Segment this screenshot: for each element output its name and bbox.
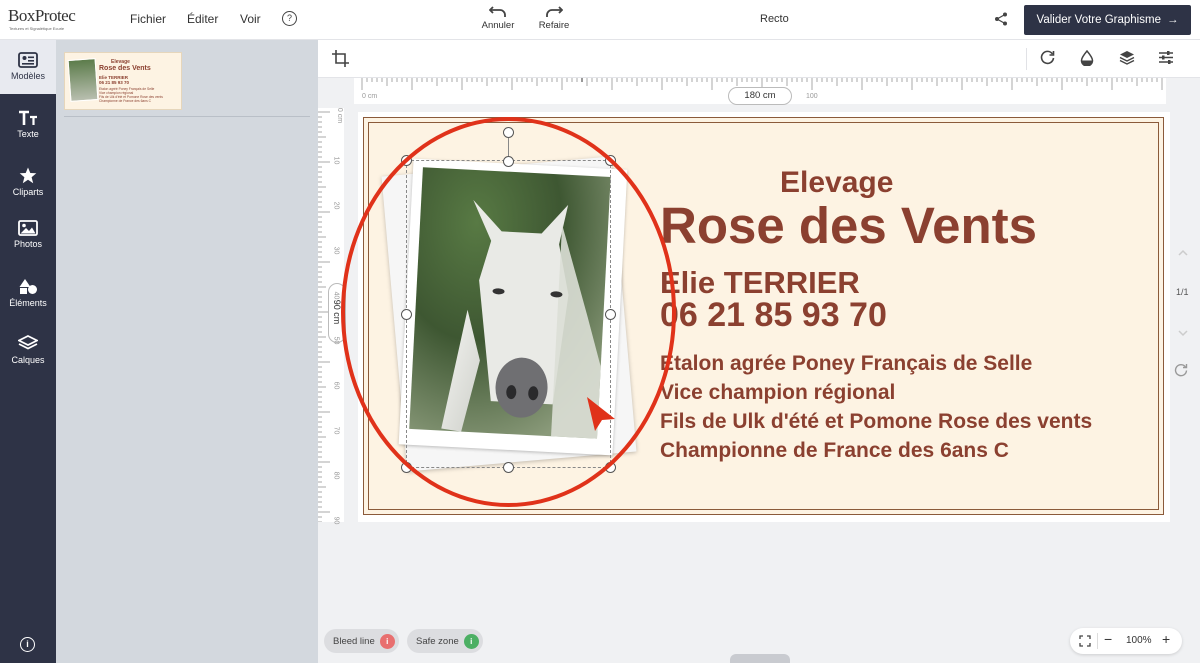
card-line[interactable]: Championne de France des 6ans C (660, 439, 1009, 463)
star-icon (19, 167, 37, 184)
safe-zone-toggle[interactable]: Safe zone i (407, 629, 483, 653)
side-label[interactable]: Recto (760, 13, 789, 25)
sidebar-item-label: Calques (11, 355, 45, 365)
divider (64, 116, 310, 117)
crop-icon[interactable] (332, 50, 349, 67)
adjustments-icon[interactable] (1158, 50, 1174, 65)
ruler-label: 70 (332, 426, 340, 435)
sidebar-item-cliparts[interactable]: Cliparts (0, 155, 56, 209)
card-title-large[interactable]: Rose des Vents (660, 196, 1037, 255)
thumb-block: Elie TERRIER 06 21 85 93 70 (99, 75, 129, 85)
layers-icon (18, 335, 38, 350)
sidebar-item-label: Cliparts (12, 187, 44, 197)
menu-fichier[interactable]: Fichier (130, 12, 166, 26)
ruler-label: 60 (332, 381, 340, 390)
safe-info-icon: i (463, 633, 479, 649)
sidebar-item-elements[interactable]: Éléments (0, 266, 56, 320)
color-drop-icon[interactable] (1080, 50, 1094, 66)
menu-editer[interactable]: Éditer (187, 12, 218, 26)
zoom-control: − 100% + (1070, 628, 1182, 654)
thumbnail-photo (67, 58, 99, 102)
page-indicator: 1/1 (1176, 287, 1189, 297)
ruler-label: 30 (332, 246, 340, 255)
highlight-ellipse (341, 117, 676, 507)
card-line[interactable]: Fils de Ulk d'été et Pomone Rose des ven… (660, 410, 1092, 434)
sidebar-item-label: Modèles (10, 71, 46, 81)
card-title-small[interactable]: Elevage (780, 166, 893, 200)
safe-zone-label: Safe zone (416, 635, 459, 647)
sidebar-item-label: Éléments (9, 298, 47, 308)
left-sidebar: Modèles Texte Cliparts Photos Éléments C… (0, 40, 56, 663)
zoom-out-button[interactable]: − (1104, 631, 1112, 647)
logo[interactable]: BoxProtec Textures et Signalétique Ecuri… (8, 6, 98, 34)
ruler-label: 80 (332, 471, 340, 480)
help-icon[interactable]: ? (282, 11, 297, 26)
ruler-label: 90 (332, 516, 340, 525)
sidebar-item-label: Photos (13, 239, 43, 249)
undo-label: Annuler (481, 20, 515, 31)
arrow-right-icon: → (1166, 14, 1179, 26)
text-icon (19, 110, 37, 125)
templates-panel: Elevage Rose des Vents Elie TERRIER 06 2… (56, 40, 318, 663)
undo-button[interactable]: Annuler (473, 5, 523, 31)
bleed-line-toggle[interactable]: Bleed line i (324, 629, 399, 653)
width-dimension-badge[interactable]: 180 cm (728, 87, 792, 105)
divider (1026, 48, 1027, 70)
undo-icon (489, 6, 506, 17)
bottom-drawer-handle[interactable] (730, 654, 790, 663)
rotate-icon[interactable] (1040, 50, 1055, 65)
thumb-line: Championne de France des 6ans C (99, 99, 152, 103)
logo-text: BoxProtec (8, 6, 76, 25)
pointer-arrow-icon (587, 397, 615, 431)
page-down-icon[interactable] (1176, 325, 1190, 341)
zoom-in-button[interactable]: + (1162, 631, 1170, 647)
editor-app: BoxProtec Textures et Signalétique Ecuri… (0, 0, 1200, 663)
fullscreen-icon[interactable] (1079, 635, 1091, 647)
menu-voir[interactable]: Voir (240, 12, 261, 26)
sidebar-item-photos[interactable]: Photos (0, 208, 56, 262)
zoom-level: 100% (1126, 635, 1152, 646)
redo-button[interactable]: Refaire (529, 5, 579, 31)
info-icon[interactable]: i (20, 637, 35, 652)
template-icon (18, 52, 38, 68)
bleed-line-label: Bleed line (333, 635, 375, 647)
top-bar: BoxProtec Textures et Signalétique Ecuri… (0, 0, 1200, 40)
thumb-block: Etalon agréé Poney Français de Selle Vic… (99, 87, 163, 103)
page-up-icon[interactable] (1176, 245, 1190, 261)
logo-tagline: Textures et Signalétique Ecurie (9, 26, 65, 31)
card-line[interactable]: Etalon agrée Poney Français de Selle (660, 352, 1032, 376)
divider (1097, 633, 1098, 649)
layers-icon[interactable] (1119, 50, 1135, 65)
ruler-label: 20 (332, 201, 340, 210)
shapes-icon (19, 279, 37, 294)
thumb-line: 06 21 85 93 70 (99, 80, 130, 85)
sidebar-item-label: Texte (17, 129, 39, 139)
card-phone[interactable]: 06 21 85 93 70 (660, 296, 887, 335)
image-icon (18, 220, 38, 236)
card-line[interactable]: Vice champion régional (660, 381, 895, 405)
template-thumbnail[interactable]: Elevage Rose des Vents Elie TERRIER 06 2… (64, 52, 182, 110)
thumb-line: Rose des Vents (99, 65, 151, 72)
redo-icon (546, 6, 563, 17)
validate-design-button[interactable]: Valider Votre Graphisme → (1024, 5, 1191, 35)
validate-label: Valider Votre Graphisme (1036, 14, 1161, 26)
refresh-icon[interactable] (1174, 363, 1188, 377)
redo-label: Refaire (538, 20, 570, 31)
canvas-toolbar (318, 40, 1200, 78)
sidebar-item-texte[interactable]: Texte (0, 98, 56, 152)
ruler-label: 100 (806, 93, 818, 100)
ruler-label: 0 cm (336, 107, 344, 124)
ruler-label: 0 cm (362, 93, 378, 100)
sidebar-item-calques[interactable]: Calques (0, 323, 56, 377)
ruler-label: 10 (332, 156, 340, 165)
sidebar-item-modeles[interactable]: Modèles (0, 40, 56, 94)
bleed-info-icon: i (379, 633, 395, 649)
ruler-label: 40 (332, 291, 340, 300)
share-icon[interactable] (994, 12, 1008, 26)
ruler-label: 50 (332, 336, 340, 345)
